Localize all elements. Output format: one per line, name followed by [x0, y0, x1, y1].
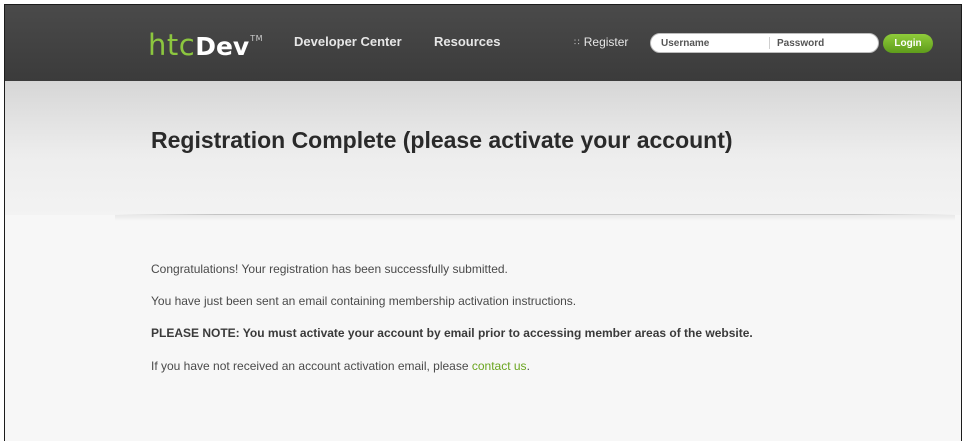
- register-icon: ∷: [574, 37, 580, 47]
- browser-frame: htcDevTM Developer Center Resources ∷ Reg…: [4, 4, 962, 441]
- register-label: Register: [583, 35, 629, 49]
- logo-tm-mark: TM: [250, 34, 264, 43]
- congratulations-text: Congratulations! Your registration has b…: [151, 262, 508, 276]
- no-email-text: If you have not received an account acti…: [151, 359, 530, 373]
- nav-resources[interactable]: Resources: [434, 34, 500, 49]
- logo-dev-text: Dev: [195, 32, 250, 61]
- no-email-suffix: .: [526, 359, 530, 373]
- email-sent-text: You have just been sent an email contain…: [151, 294, 577, 308]
- nav-developer-center[interactable]: Developer Center: [294, 34, 402, 49]
- login-field-divider: [769, 37, 770, 49]
- header-divider-shadow: [115, 215, 955, 221]
- login-button[interactable]: Login: [883, 34, 933, 53]
- page-title: Registration Complete (please activate y…: [151, 127, 733, 153]
- password-input[interactable]: [777, 34, 873, 52]
- logo-htc-text: htc: [148, 28, 196, 62]
- top-navigation-bar: htcDevTM Developer Center Resources ∷ Reg…: [5, 5, 961, 81]
- no-email-prefix: If you have not received an account acti…: [151, 359, 472, 373]
- username-input[interactable]: [661, 34, 765, 52]
- contact-us-link[interactable]: contact us: [472, 359, 527, 373]
- htcdev-logo[interactable]: htcDevTM: [148, 23, 264, 61]
- login-form: [650, 33, 879, 53]
- register-link[interactable]: ∷ Register: [574, 35, 628, 49]
- activation-note-text: PLEASE NOTE: You must activate your acco…: [151, 326, 753, 340]
